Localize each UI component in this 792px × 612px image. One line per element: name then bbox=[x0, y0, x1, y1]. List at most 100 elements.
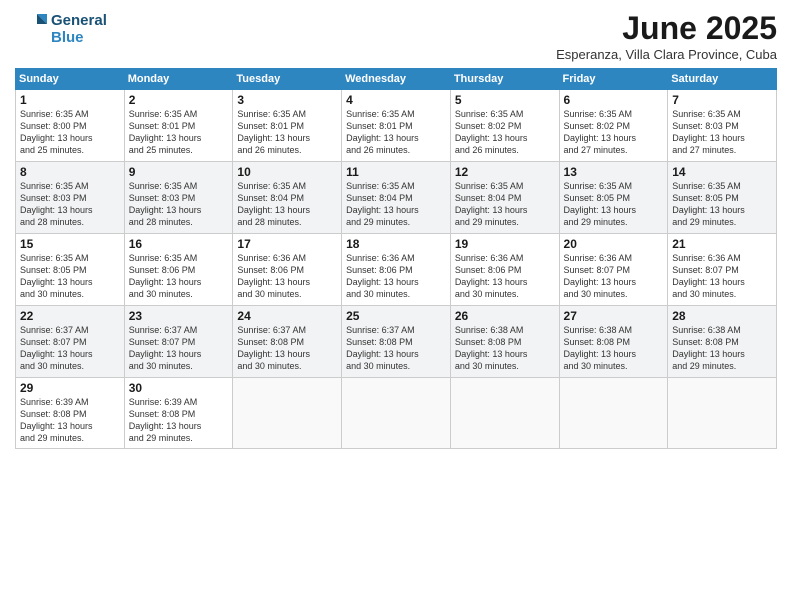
day-info: Sunrise: 6:36 AMSunset: 8:06 PMDaylight:… bbox=[237, 252, 337, 301]
table-row: 20Sunrise: 6:36 AMSunset: 8:07 PMDayligh… bbox=[559, 234, 668, 306]
day-number: 21 bbox=[672, 237, 772, 251]
table-row: 28Sunrise: 6:38 AMSunset: 8:08 PMDayligh… bbox=[668, 306, 777, 378]
day-number: 22 bbox=[20, 309, 120, 323]
day-number: 24 bbox=[237, 309, 337, 323]
day-number: 12 bbox=[455, 165, 555, 179]
calendar-header-row: Sunday Monday Tuesday Wednesday Thursday… bbox=[16, 69, 777, 90]
day-number: 26 bbox=[455, 309, 555, 323]
day-number: 27 bbox=[564, 309, 664, 323]
table-row: 11Sunrise: 6:35 AMSunset: 8:04 PMDayligh… bbox=[342, 162, 451, 234]
title-block: June 2025 Esperanza, Villa Clara Provinc… bbox=[556, 10, 777, 62]
col-saturday: Saturday bbox=[668, 69, 777, 90]
day-info: Sunrise: 6:35 AMSunset: 8:06 PMDaylight:… bbox=[129, 252, 229, 301]
logo-text-line1: General bbox=[51, 12, 107, 29]
col-sunday: Sunday bbox=[16, 69, 125, 90]
day-info: Sunrise: 6:35 AMSunset: 8:05 PMDaylight:… bbox=[672, 180, 772, 229]
table-row: 25Sunrise: 6:37 AMSunset: 8:08 PMDayligh… bbox=[342, 306, 451, 378]
day-number: 6 bbox=[564, 93, 664, 107]
table-row: 18Sunrise: 6:36 AMSunset: 8:06 PMDayligh… bbox=[342, 234, 451, 306]
logo: General Blue bbox=[15, 10, 107, 47]
col-thursday: Thursday bbox=[450, 69, 559, 90]
day-number: 9 bbox=[129, 165, 229, 179]
day-number: 8 bbox=[20, 165, 120, 179]
day-info: Sunrise: 6:39 AMSunset: 8:08 PMDaylight:… bbox=[129, 396, 229, 445]
day-info: Sunrise: 6:39 AMSunset: 8:08 PMDaylight:… bbox=[20, 396, 120, 445]
logo-text-line2: Blue bbox=[51, 29, 107, 46]
day-number: 5 bbox=[455, 93, 555, 107]
day-info: Sunrise: 6:36 AMSunset: 8:06 PMDaylight:… bbox=[455, 252, 555, 301]
day-number: 19 bbox=[455, 237, 555, 251]
day-number: 4 bbox=[346, 93, 446, 107]
day-number: 28 bbox=[672, 309, 772, 323]
day-number: 7 bbox=[672, 93, 772, 107]
col-wednesday: Wednesday bbox=[342, 69, 451, 90]
table-row bbox=[668, 378, 777, 449]
day-number: 1 bbox=[20, 93, 120, 107]
day-info: Sunrise: 6:37 AMSunset: 8:07 PMDaylight:… bbox=[20, 324, 120, 373]
day-info: Sunrise: 6:35 AMSunset: 8:04 PMDaylight:… bbox=[346, 180, 446, 229]
day-info: Sunrise: 6:36 AMSunset: 8:06 PMDaylight:… bbox=[346, 252, 446, 301]
table-row bbox=[559, 378, 668, 449]
day-number: 10 bbox=[237, 165, 337, 179]
table-row: 7Sunrise: 6:35 AMSunset: 8:03 PMDaylight… bbox=[668, 90, 777, 162]
table-row: 29Sunrise: 6:39 AMSunset: 8:08 PMDayligh… bbox=[16, 378, 125, 449]
table-row bbox=[342, 378, 451, 449]
table-row: 10Sunrise: 6:35 AMSunset: 8:04 PMDayligh… bbox=[233, 162, 342, 234]
table-row: 27Sunrise: 6:38 AMSunset: 8:08 PMDayligh… bbox=[559, 306, 668, 378]
table-row: 17Sunrise: 6:36 AMSunset: 8:06 PMDayligh… bbox=[233, 234, 342, 306]
day-info: Sunrise: 6:35 AMSunset: 8:01 PMDaylight:… bbox=[129, 108, 229, 157]
col-friday: Friday bbox=[559, 69, 668, 90]
day-number: 11 bbox=[346, 165, 446, 179]
day-number: 30 bbox=[129, 381, 229, 395]
day-info: Sunrise: 6:37 AMSunset: 8:07 PMDaylight:… bbox=[129, 324, 229, 373]
table-row: 16Sunrise: 6:35 AMSunset: 8:06 PMDayligh… bbox=[124, 234, 233, 306]
table-row: 24Sunrise: 6:37 AMSunset: 8:08 PMDayligh… bbox=[233, 306, 342, 378]
day-info: Sunrise: 6:38 AMSunset: 8:08 PMDaylight:… bbox=[672, 324, 772, 373]
month-title: June 2025 bbox=[556, 10, 777, 47]
day-info: Sunrise: 6:36 AMSunset: 8:07 PMDaylight:… bbox=[672, 252, 772, 301]
table-row: 22Sunrise: 6:37 AMSunset: 8:07 PMDayligh… bbox=[16, 306, 125, 378]
day-info: Sunrise: 6:35 AMSunset: 8:03 PMDaylight:… bbox=[20, 180, 120, 229]
day-info: Sunrise: 6:35 AMSunset: 8:03 PMDaylight:… bbox=[129, 180, 229, 229]
table-row bbox=[233, 378, 342, 449]
day-number: 3 bbox=[237, 93, 337, 107]
day-number: 16 bbox=[129, 237, 229, 251]
day-info: Sunrise: 6:36 AMSunset: 8:07 PMDaylight:… bbox=[564, 252, 664, 301]
table-row: 23Sunrise: 6:37 AMSunset: 8:07 PMDayligh… bbox=[124, 306, 233, 378]
day-number: 23 bbox=[129, 309, 229, 323]
day-info: Sunrise: 6:37 AMSunset: 8:08 PMDaylight:… bbox=[237, 324, 337, 373]
day-number: 25 bbox=[346, 309, 446, 323]
table-row: 1Sunrise: 6:35 AMSunset: 8:00 PMDaylight… bbox=[16, 90, 125, 162]
col-monday: Monday bbox=[124, 69, 233, 90]
table-row: 26Sunrise: 6:38 AMSunset: 8:08 PMDayligh… bbox=[450, 306, 559, 378]
day-number: 15 bbox=[20, 237, 120, 251]
day-info: Sunrise: 6:35 AMSunset: 8:01 PMDaylight:… bbox=[346, 108, 446, 157]
day-info: Sunrise: 6:35 AMSunset: 8:05 PMDaylight:… bbox=[20, 252, 120, 301]
table-row: 8Sunrise: 6:35 AMSunset: 8:03 PMDaylight… bbox=[16, 162, 125, 234]
day-info: Sunrise: 6:37 AMSunset: 8:08 PMDaylight:… bbox=[346, 324, 446, 373]
table-row: 15Sunrise: 6:35 AMSunset: 8:05 PMDayligh… bbox=[16, 234, 125, 306]
day-info: Sunrise: 6:38 AMSunset: 8:08 PMDaylight:… bbox=[564, 324, 664, 373]
table-row bbox=[450, 378, 559, 449]
table-row: 4Sunrise: 6:35 AMSunset: 8:01 PMDaylight… bbox=[342, 90, 451, 162]
day-info: Sunrise: 6:35 AMSunset: 8:04 PMDaylight:… bbox=[455, 180, 555, 229]
location: Esperanza, Villa Clara Province, Cuba bbox=[556, 47, 777, 62]
day-info: Sunrise: 6:35 AMSunset: 8:00 PMDaylight:… bbox=[20, 108, 120, 157]
table-row: 19Sunrise: 6:36 AMSunset: 8:06 PMDayligh… bbox=[450, 234, 559, 306]
day-info: Sunrise: 6:38 AMSunset: 8:08 PMDaylight:… bbox=[455, 324, 555, 373]
day-info: Sunrise: 6:35 AMSunset: 8:01 PMDaylight:… bbox=[237, 108, 337, 157]
day-number: 20 bbox=[564, 237, 664, 251]
logo-icon bbox=[15, 10, 47, 42]
table-row: 14Sunrise: 6:35 AMSunset: 8:05 PMDayligh… bbox=[668, 162, 777, 234]
day-number: 29 bbox=[20, 381, 120, 395]
col-tuesday: Tuesday bbox=[233, 69, 342, 90]
calendar-table: Sunday Monday Tuesday Wednesday Thursday… bbox=[15, 68, 777, 449]
day-info: Sunrise: 6:35 AMSunset: 8:05 PMDaylight:… bbox=[564, 180, 664, 229]
day-info: Sunrise: 6:35 AMSunset: 8:02 PMDaylight:… bbox=[455, 108, 555, 157]
day-number: 17 bbox=[237, 237, 337, 251]
table-row: 2Sunrise: 6:35 AMSunset: 8:01 PMDaylight… bbox=[124, 90, 233, 162]
table-row: 6Sunrise: 6:35 AMSunset: 8:02 PMDaylight… bbox=[559, 90, 668, 162]
day-info: Sunrise: 6:35 AMSunset: 8:02 PMDaylight:… bbox=[564, 108, 664, 157]
table-row: 30Sunrise: 6:39 AMSunset: 8:08 PMDayligh… bbox=[124, 378, 233, 449]
day-info: Sunrise: 6:35 AMSunset: 8:04 PMDaylight:… bbox=[237, 180, 337, 229]
